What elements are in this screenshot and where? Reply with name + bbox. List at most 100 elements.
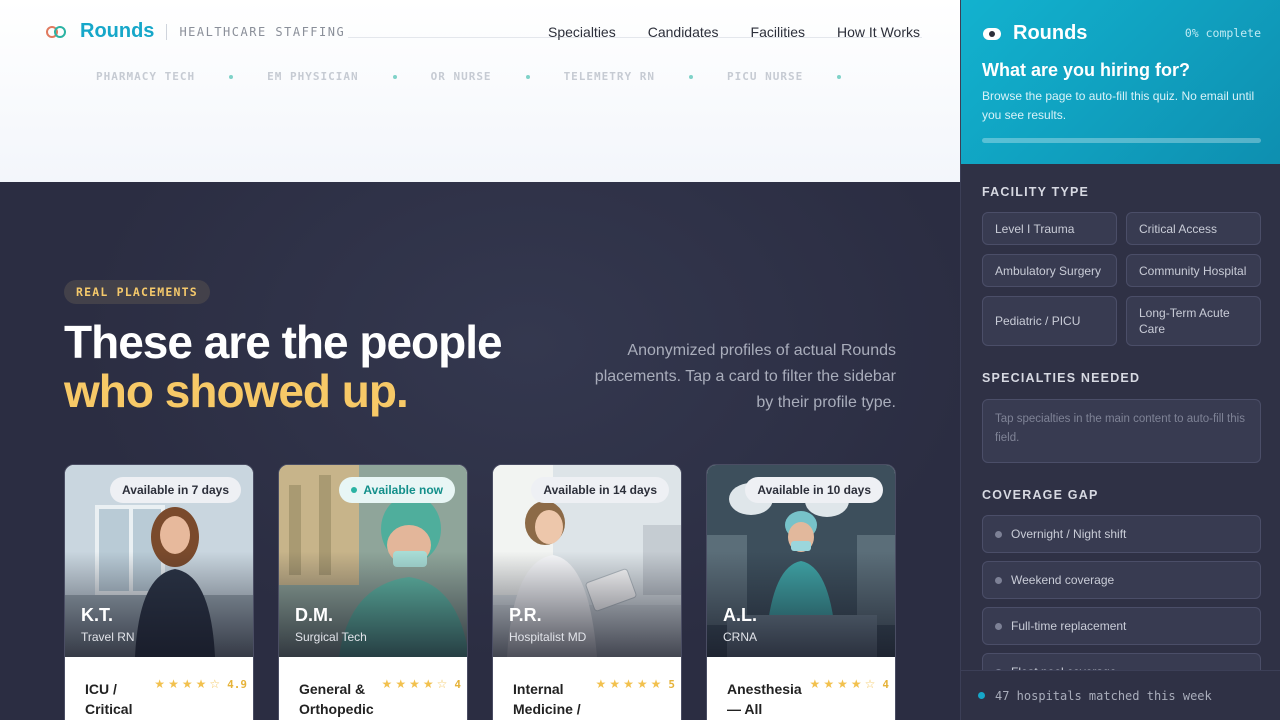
star-outline-icon: ☆ bbox=[209, 677, 221, 691]
star-rating: ★ ★ ★ ★ ☆ 4 bbox=[382, 677, 461, 691]
coverage-option-label: Full-time replacement bbox=[1011, 619, 1127, 633]
star-icon: ★ bbox=[168, 677, 179, 691]
radio-icon bbox=[995, 576, 1002, 584]
placement-cards: Available in 7 days K.T. Travel RN ICU /… bbox=[64, 464, 896, 720]
status-dot-icon bbox=[978, 692, 985, 699]
star-icon: ★ bbox=[636, 677, 648, 691]
star-rating: ★ ★ ★ ★ ☆ 4 bbox=[810, 677, 889, 691]
star-icon: ★ bbox=[409, 677, 420, 691]
facility-option-community-hospital[interactable]: Community Hospital bbox=[1126, 254, 1261, 287]
ticker-dot bbox=[392, 74, 397, 79]
coverage-option-overnight[interactable]: Overnight / Night shift bbox=[982, 515, 1261, 553]
card-body: Internal Medicine / ★ ★ ★ ★ ★ 5 bbox=[493, 657, 681, 720]
card-body: Anesthesia — All ★ ★ ★ ★ ☆ 4 bbox=[707, 657, 895, 720]
star-icon: ★ bbox=[381, 677, 393, 691]
coverage-option-label: Weekend coverage bbox=[1011, 573, 1115, 587]
ticker-item: EM PHYSICIAN bbox=[267, 70, 359, 83]
facility-type-label: FACILITY TYPE bbox=[982, 185, 1090, 199]
star-rating: ★ ★ ★ ★ ☆ 4.9 bbox=[154, 677, 247, 691]
coverage-option-weekend[interactable]: Weekend coverage bbox=[982, 561, 1261, 599]
progress-label: 0% complete bbox=[1184, 26, 1261, 40]
star-icon: ★ bbox=[850, 677, 862, 691]
candidate-specialty: Anesthesia — All bbox=[727, 681, 802, 717]
nav-candidates[interactable]: Candidates bbox=[648, 24, 719, 40]
availability-badge: Available now bbox=[339, 477, 455, 503]
star-icon: ★ bbox=[422, 677, 434, 691]
candidate-role: Surgical Tech bbox=[295, 630, 367, 644]
rating-score: 4 bbox=[454, 677, 461, 691]
facility-type-options: Level I Trauma Critical Access Ambulator… bbox=[982, 212, 1261, 346]
progress-bar bbox=[982, 138, 1261, 143]
facility-option-pediatric-picu[interactable]: Pediatric / PICU bbox=[982, 296, 1117, 346]
candidate-specialty: Internal Medicine / bbox=[513, 681, 581, 717]
headline-line-2: who showed up. bbox=[64, 365, 409, 417]
specialties-field[interactable]: Tap specialties in the main content to a… bbox=[982, 399, 1261, 463]
specialty-ticker: PHARMACY TECH EM PHYSICIAN OR NURSE TELE… bbox=[96, 70, 875, 83]
facility-option-level-i-trauma[interactable]: Level I Trauma bbox=[982, 212, 1117, 245]
logo-icon bbox=[46, 21, 68, 43]
availability-text: Available now bbox=[363, 483, 443, 497]
section-pill: REAL PLACEMENTS bbox=[64, 280, 210, 304]
candidate-initials: P.R. bbox=[509, 605, 542, 625]
star-icon: ★ bbox=[623, 677, 634, 691]
nav-facilities[interactable]: Facilities bbox=[751, 24, 805, 40]
star-icon: ★ bbox=[837, 677, 848, 691]
sidebar-brand-name: Rounds bbox=[1013, 22, 1088, 44]
star-icon: ★ bbox=[154, 677, 166, 691]
coverage-option-full-time[interactable]: Full-time replacement bbox=[982, 607, 1261, 645]
placement-card-pr[interactable]: Available in 14 days P.R. Hospitalist MD… bbox=[492, 464, 682, 720]
facility-option-ambulatory-surgery[interactable]: Ambulatory Surgery bbox=[982, 254, 1117, 287]
rating-score: 4.9 bbox=[227, 677, 247, 691]
placement-card-al[interactable]: Available in 10 days A.L. CRNA Anesthesi… bbox=[706, 464, 896, 720]
placement-card-kt[interactable]: Available in 7 days K.T. Travel RN ICU /… bbox=[64, 464, 254, 720]
match-status-footer: 47 hospitals matched this week bbox=[961, 670, 1280, 720]
ticker-dot bbox=[689, 74, 694, 79]
candidate-initials: A.L. bbox=[723, 605, 757, 625]
brand[interactable]: Rounds HEALTHCARE STAFFING bbox=[46, 20, 345, 43]
star-icon: ★ bbox=[809, 677, 821, 691]
rating-score: 4 bbox=[882, 677, 889, 691]
star-outline-icon: ☆ bbox=[436, 677, 448, 691]
brand-divider bbox=[166, 23, 168, 40]
availability-badge: Available in 10 days bbox=[745, 477, 883, 503]
sidebar-brand: Rounds bbox=[983, 22, 1087, 45]
candidate-role: Travel RN bbox=[81, 630, 135, 644]
star-icon: ★ bbox=[609, 677, 621, 691]
ticker-item: TELEMETRY RN bbox=[563, 70, 656, 83]
facility-option-critical-access[interactable]: Critical Access bbox=[1126, 212, 1261, 245]
candidate-role: CRNA bbox=[723, 630, 758, 644]
card-body: ICU / Critical ★ ★ ★ ★ ☆ 4.9 bbox=[65, 657, 253, 720]
ticker-item: PHARMACY TECH bbox=[96, 70, 196, 83]
brand-tagline: HEALTHCARE STAFFING bbox=[179, 24, 346, 39]
section-headline: These are the people who showed up. bbox=[64, 318, 503, 417]
section-description: Anonymized profiles of actual Rounds pla… bbox=[594, 342, 896, 411]
star-outline-icon: ☆ bbox=[864, 677, 876, 691]
eye-logo-icon bbox=[983, 27, 1001, 40]
candidate-specialty: ICU / Critical bbox=[85, 681, 133, 717]
placement-card-dm[interactable]: Available now D.M. Surgical Tech General… bbox=[278, 464, 468, 720]
candidate-specialty: General & Orthopedic bbox=[299, 681, 374, 717]
facility-option-ltac[interactable]: Long-Term Acute Care bbox=[1126, 296, 1261, 346]
availability-badge: Available in 14 days bbox=[531, 477, 669, 503]
star-icon: ★ bbox=[181, 677, 193, 691]
star-icon: ★ bbox=[595, 677, 607, 691]
coverage-gap-label: COVERAGE GAP bbox=[982, 488, 1099, 502]
nav-how-it-works[interactable]: How It Works bbox=[837, 24, 920, 40]
star-rating: ★ ★ ★ ★ ★ 5 bbox=[596, 677, 675, 691]
star-icon: ★ bbox=[195, 677, 207, 691]
radio-icon bbox=[995, 622, 1002, 630]
nav-specialties[interactable]: Specialties bbox=[548, 24, 616, 40]
ticker-item: OR NURSE bbox=[430, 70, 492, 83]
quiz-title: What are you hiring for? bbox=[982, 60, 1191, 80]
placements-section: REAL PLACEMENTS These are the people who… bbox=[0, 182, 960, 720]
ticker-dot bbox=[229, 74, 234, 79]
radio-icon bbox=[995, 530, 1002, 538]
rating-score: 5 bbox=[668, 677, 675, 691]
candidate-role: Hospitalist MD bbox=[509, 630, 587, 644]
availability-badge: Available in 7 days bbox=[110, 477, 241, 503]
star-icon: ★ bbox=[650, 677, 662, 691]
candidate-initials: D.M. bbox=[295, 605, 333, 625]
star-icon: ★ bbox=[395, 677, 407, 691]
site-header: Rounds HEALTHCARE STAFFING Specialties C… bbox=[0, 0, 960, 182]
main-nav: Specialties Candidates Facilities How It… bbox=[548, 24, 920, 40]
